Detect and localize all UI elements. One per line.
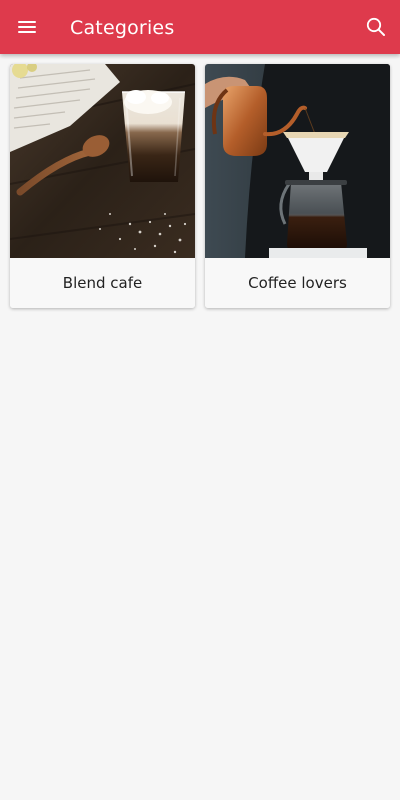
category-card-blend-cafe[interactable]: Blend cafe [10, 64, 195, 308]
coffee-lovers-image [205, 64, 390, 258]
hamburger-menu-icon[interactable] [12, 13, 42, 41]
search-icon[interactable] [362, 13, 390, 41]
category-label: Blend cafe [10, 258, 195, 308]
category-card-coffee-lovers[interactable]: Coffee lovers [205, 64, 390, 308]
blend-cafe-image [10, 64, 195, 258]
category-label: Coffee lovers [205, 258, 390, 308]
page-title: Categories [70, 17, 175, 39]
app-bar: Categories [0, 0, 400, 54]
